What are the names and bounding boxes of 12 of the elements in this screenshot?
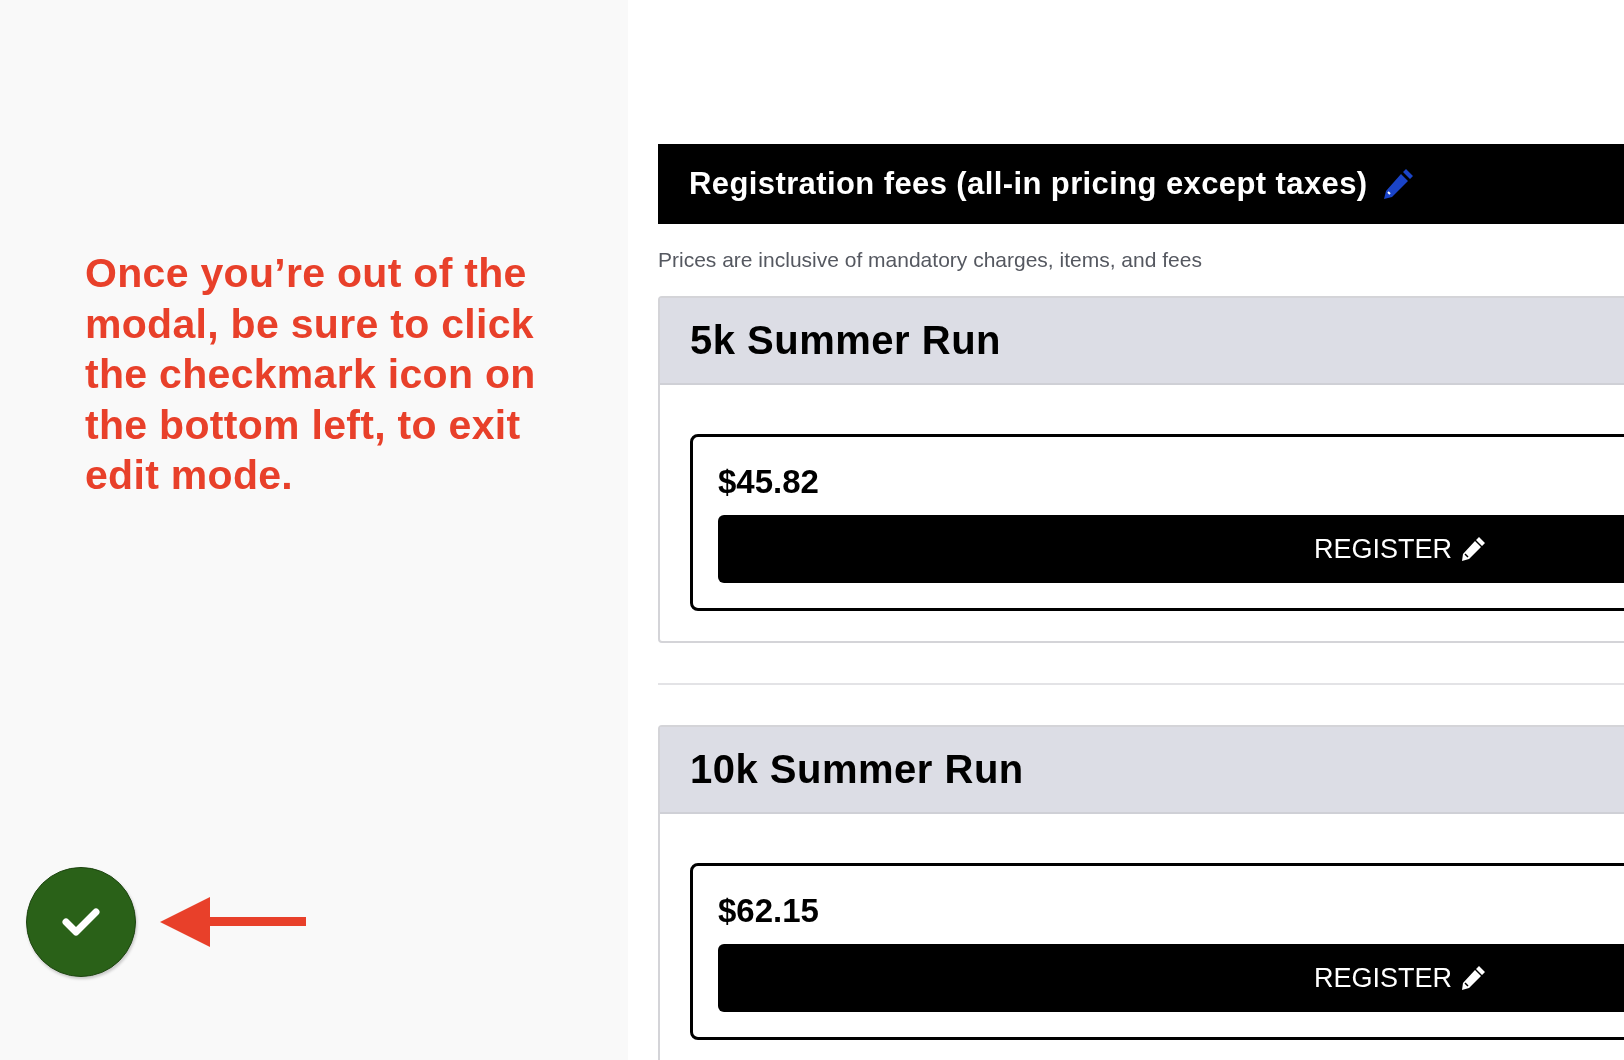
register-button[interactable]: REGISTER <box>718 515 1624 583</box>
price: $45.82 <box>718 463 820 501</box>
price: $62.15 <box>718 892 820 930</box>
register-button[interactable]: REGISTER <box>718 944 1624 1012</box>
section-title: Registration fees (all-in pricing except taxes) <box>689 166 1368 202</box>
checkmark-icon <box>61 906 101 938</box>
event-name: 5k Summer Run <box>690 318 1002 363</box>
pencil-icon <box>1460 965 1486 991</box>
instruction-text: Once you’re out of the modal, be sure to click the checkmark icon on the bottom left, to exit edit mode. <box>85 249 537 500</box>
event-name: 10k Summer Run <box>690 747 1024 792</box>
section-subtitle: Prices are inclusive of mandatory charges, items, and fees <box>658 248 1203 273</box>
pencil-icon <box>1460 536 1486 562</box>
